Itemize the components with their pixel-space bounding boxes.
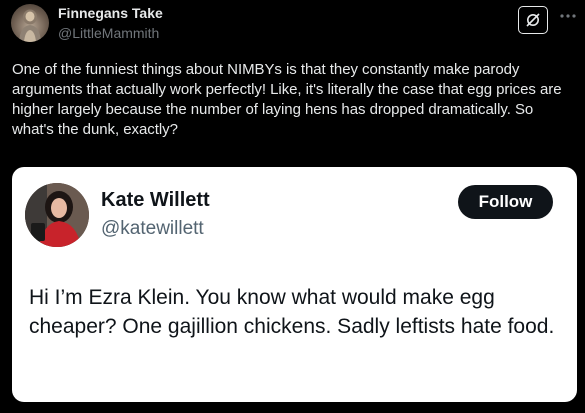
author-handle[interactable]: @LittleMammith (58, 25, 159, 41)
avatar-image-icon (25, 183, 89, 247)
post: Finnegans Take @LittleMammith One of the… (0, 0, 585, 413)
quoted-post-card[interactable]: Kate Willett @katewillett Follow Hi I’m … (12, 167, 577, 402)
grok-button[interactable] (518, 6, 548, 34)
post-text: One of the funniest things about NIMBYs … (12, 61, 562, 138)
quoted-author-handle[interactable]: @katewillett (101, 218, 204, 240)
follow-button[interactable]: Follow (458, 185, 553, 219)
avatar-image-icon (19, 9, 41, 42)
grok-icon (526, 13, 540, 27)
quoted-post-text: Hi I’m Ezra Klein. You know what would m… (29, 286, 555, 338)
author-name[interactable]: Finnegans Take (58, 5, 163, 21)
quoted-author-avatar[interactable] (25, 183, 89, 247)
quoted-author-name[interactable]: Kate Willett (101, 188, 210, 212)
more-horizontal-icon (560, 14, 576, 18)
author-avatar[interactable] (11, 4, 49, 42)
more-options-button[interactable] (557, 5, 579, 27)
